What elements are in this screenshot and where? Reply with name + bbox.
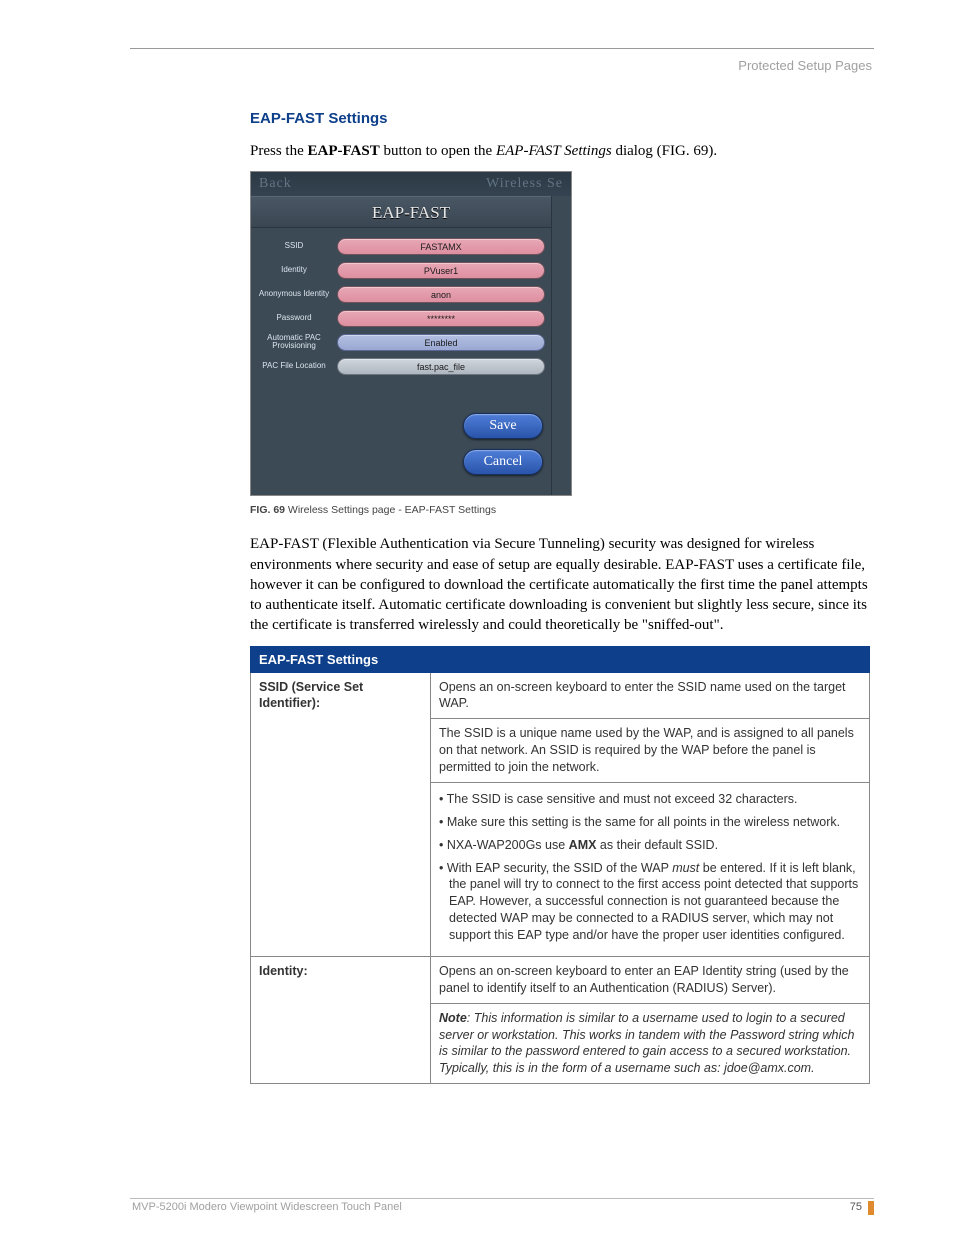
- settings-table: EAP-FAST Settings SSID (Service Set Iden…: [250, 646, 870, 1085]
- t: must: [672, 861, 699, 875]
- fig-num: FIG. 69: [250, 504, 285, 516]
- cell: The SSID is a unique name used by the WA…: [431, 719, 870, 783]
- label: Anonymous Identity: [255, 290, 333, 298]
- panel-body: SSID FASTAMX Identity PVuser1 Anonymous …: [251, 228, 571, 376]
- panel-title: EAP-FAST: [251, 196, 571, 228]
- cell: The SSID is case sensitive and must not …: [431, 782, 870, 956]
- footer-rule: [130, 1198, 874, 1199]
- label: Password: [255, 314, 333, 322]
- t: : This information is similar to a usern…: [439, 1011, 854, 1076]
- bullet: NXA-WAP200Gs use AMX as their default SS…: [439, 837, 861, 854]
- t: With EAP security, the SSID of the WAP: [447, 861, 672, 875]
- label: SSID: [255, 242, 333, 250]
- figure-screenshot: Back Wireless Se EAP-FAST SSID FASTAMX I…: [250, 171, 572, 496]
- t: Press the: [250, 143, 308, 159]
- field-password[interactable]: ********: [337, 310, 545, 327]
- row-ssid: SSID FASTAMX: [255, 236, 561, 256]
- fig-text: Wireless Settings page - EAP-FAST Settin…: [285, 504, 496, 516]
- header-rule: [130, 48, 874, 49]
- cancel-button[interactable]: Cancel: [463, 449, 543, 475]
- field-ssid[interactable]: FASTAMX: [337, 238, 545, 255]
- t: as their default SSID.: [596, 838, 718, 852]
- row-autopac: Automatic PAC Provisioning Enabled: [255, 332, 561, 352]
- save-button[interactable]: Save: [463, 413, 543, 439]
- t: button to open the: [380, 143, 496, 159]
- footer-doc-title: MVP-5200i Modero Viewpoint Widescreen To…: [132, 1201, 402, 1213]
- label: Automatic PAC Provisioning: [255, 334, 333, 351]
- t: AMX: [569, 838, 597, 852]
- description-paragraph: EAP-FAST (Flexible Authentication via Se…: [250, 534, 870, 635]
- header-section-label: Protected Setup Pages: [738, 58, 872, 73]
- bullet: The SSID is case sensitive and must not …: [439, 791, 861, 808]
- footer-page-number: 75: [850, 1201, 862, 1213]
- t: EAP-FAST: [308, 143, 380, 159]
- field-anon-identity[interactable]: anon: [337, 286, 545, 303]
- row-identity: Identity PVuser1: [255, 260, 561, 280]
- label: PAC File Location: [255, 362, 333, 370]
- section-heading: EAP-FAST Settings: [250, 110, 870, 127]
- bullet: With EAP security, the SSID of the WAP m…: [439, 860, 861, 944]
- cell: Opens an on-screen keyboard to enter the…: [431, 672, 870, 719]
- row-pacfile: PAC File Location fast.pac_file: [255, 356, 561, 376]
- back-label: Back: [259, 176, 292, 192]
- cell-note: Note: This information is similar to a u…: [431, 1003, 870, 1084]
- bullet: Make sure this setting is the same for a…: [439, 814, 861, 831]
- content-area: EAP-FAST Settings Press the EAP-FAST but…: [250, 110, 870, 1084]
- field-auto-pac[interactable]: Enabled: [337, 334, 545, 351]
- cell-identity-label: Identity:: [251, 956, 431, 1083]
- row-password: Password ********: [255, 308, 561, 328]
- t: Note: [439, 1011, 467, 1025]
- label: Identity: [255, 266, 333, 274]
- topbar-title: Wireless Se: [486, 176, 563, 192]
- cell: Opens an on-screen keyboard to enter an …: [431, 956, 870, 1003]
- bullet-list: The SSID is case sensitive and must not …: [439, 791, 861, 944]
- field-identity[interactable]: PVuser1: [337, 262, 545, 279]
- row-anon: Anonymous Identity anon: [255, 284, 561, 304]
- table-header: EAP-FAST Settings: [251, 646, 870, 672]
- intro-paragraph: Press the EAP-FAST button to open the EA…: [250, 141, 870, 161]
- t: dialog (FIG. 69).: [612, 143, 717, 159]
- figure-caption: FIG. 69 Wireless Settings page - EAP-FAS…: [250, 504, 870, 516]
- side-strip: [551, 196, 571, 495]
- screenshot-topbar: Back Wireless Se: [251, 172, 571, 196]
- t: NXA-WAP200Gs use: [447, 838, 569, 852]
- footer-accent: [868, 1201, 874, 1215]
- t: EAP-FAST Settings: [496, 143, 612, 159]
- cell-ssid-label: SSID (Service Set Identifier):: [251, 672, 431, 956]
- field-pac-file[interactable]: fast.pac_file: [337, 358, 545, 375]
